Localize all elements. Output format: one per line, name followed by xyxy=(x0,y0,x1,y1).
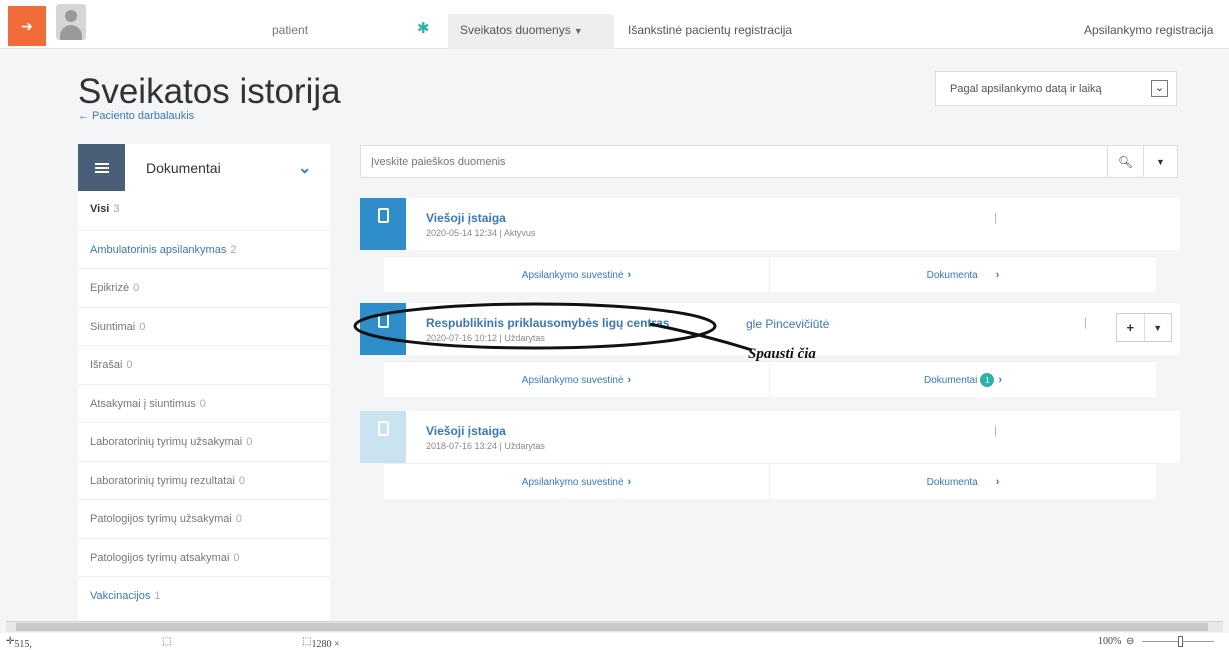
selection-icon: ⬚ xyxy=(162,636,172,647)
image-size: ⬚ 1280 × 1024px xyxy=(302,636,340,650)
annotation-ellipse xyxy=(353,302,753,352)
horizontal-scrollbar[interactable] xyxy=(6,621,1223,632)
cursor-coords: ✛ 515, 152px xyxy=(6,636,32,650)
annotation-label: Spausti čia xyxy=(748,346,816,362)
zoom-out-icon[interactable]: ⊖ xyxy=(1126,636,1134,647)
zoom-slider[interactable] xyxy=(1178,636,1183,647)
zoom-level: 100% xyxy=(1098,636,1122,647)
image-viewer-status-bar: ✛ 515, 152px ⬚ ⬚ 1280 × 1024px 100% ⊖ xyxy=(0,633,1229,650)
